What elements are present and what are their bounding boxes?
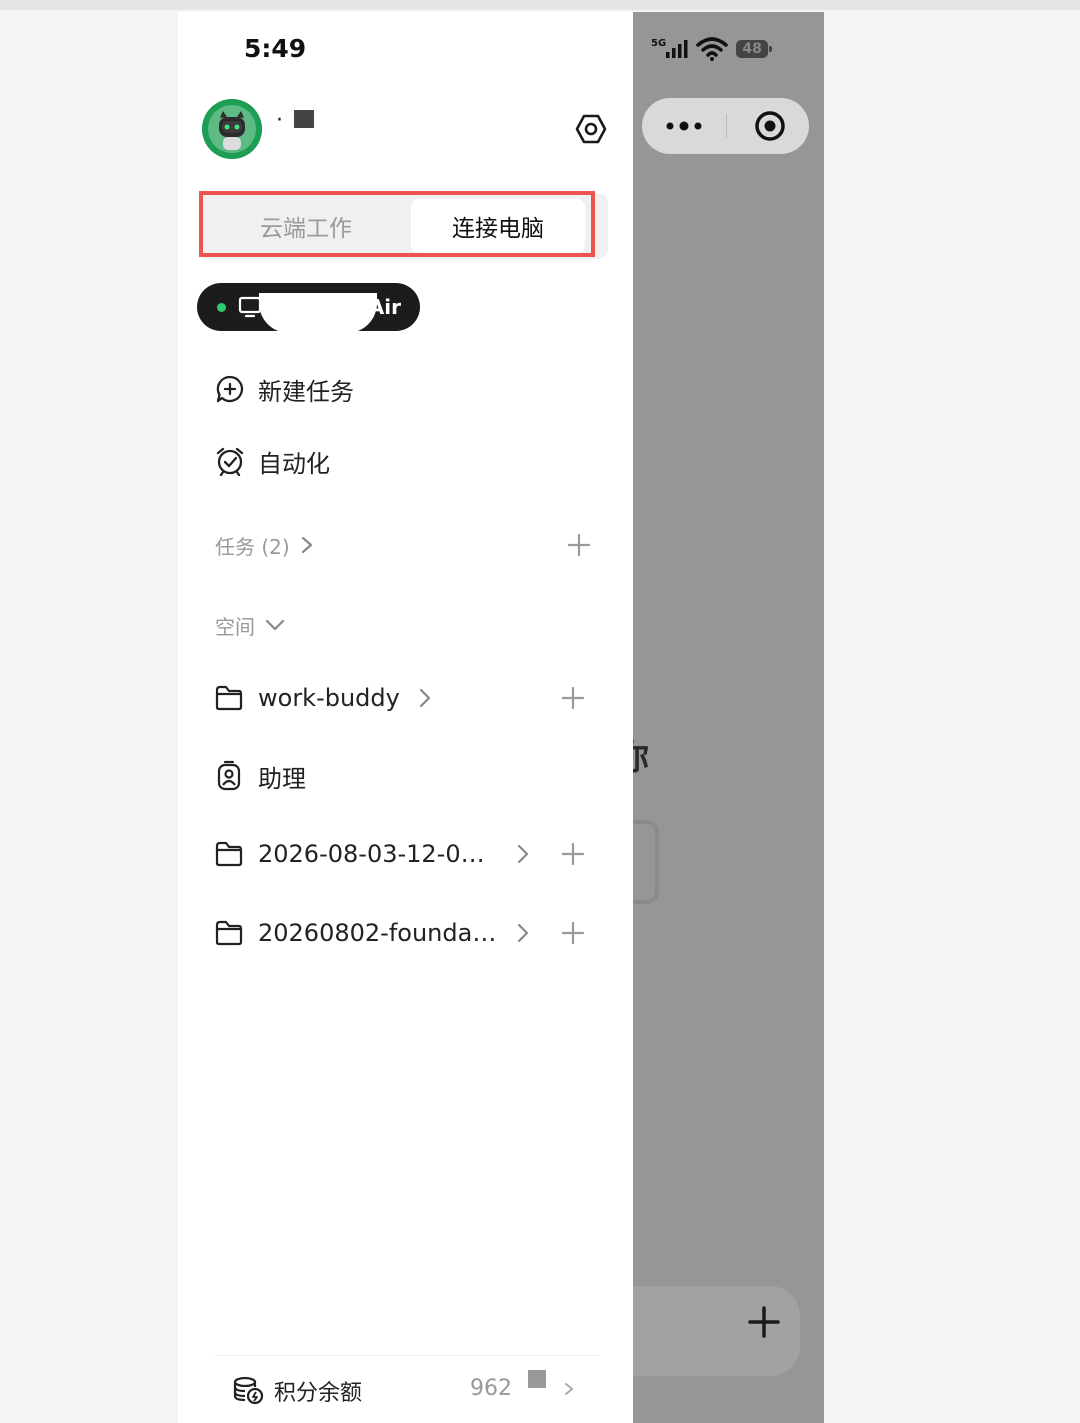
add-to-space-button[interactable] [558, 839, 588, 869]
space-item-assistant[interactable]: 助理 [214, 756, 544, 796]
tab-connect-computer[interactable]: 连接电脑 [411, 199, 585, 253]
space-item-label: 20260802-founda… [258, 919, 497, 947]
top-strip [0, 0, 1080, 10]
chevron-right-icon [418, 688, 432, 708]
capsule-divider [726, 114, 727, 138]
add-to-space-button[interactable] [558, 683, 588, 713]
spaces-section-label: 空间 [215, 614, 255, 639]
space-item-label: 2026-08-03-12-0… [258, 840, 485, 868]
chevron-right-icon [565, 1383, 574, 1395]
spaces-section-header[interactable]: 空间 [215, 609, 285, 641]
online-status-dot [217, 303, 226, 312]
space-item-20260802[interactable]: 20260802-founda… [214, 913, 544, 953]
redaction-block [259, 293, 377, 333]
background-add-button[interactable] [739, 1297, 789, 1347]
gear-icon [575, 114, 607, 144]
redaction-block [294, 110, 314, 128]
new-task-label: 新建任务 [258, 377, 354, 406]
redaction-block [528, 1370, 546, 1388]
chevron-right-icon [300, 536, 314, 554]
target-icon [755, 111, 785, 141]
more-button[interactable] [642, 98, 726, 154]
automation-label: 自动化 [258, 449, 330, 478]
device-chip[interactable]: eAir [197, 283, 420, 333]
space-item-label: 助理 [258, 764, 306, 793]
folder-icon [215, 920, 243, 946]
signal-icon [666, 40, 688, 58]
tasks-section-header[interactable]: 任务 (2) [215, 529, 314, 561]
background-input-edge [633, 820, 659, 904]
tab-cloud-work[interactable]: 云端工作 [206, 199, 406, 253]
add-to-space-button[interactable] [558, 918, 588, 948]
wifi-icon [696, 37, 728, 61]
automation-item[interactable]: 自动化 [214, 441, 330, 481]
status-icons: 5G 48 [651, 36, 773, 62]
alarm-clock-icon [214, 445, 246, 477]
user-name: · [276, 108, 283, 133]
plus-icon [567, 533, 591, 557]
network-label: 5G [651, 37, 667, 49]
close-miniprogram-button[interactable] [742, 98, 798, 154]
space-item-work-buddy[interactable]: work-buddy [214, 678, 544, 718]
chevron-right-icon [516, 923, 530, 943]
footer-divider [214, 1355, 598, 1356]
space-item-2026-08-03[interactable]: 2026-08-03-12-0… [214, 834, 544, 874]
coins-icon [233, 1376, 264, 1405]
robot-avatar-icon [202, 99, 262, 159]
background-overlay[interactable]: 5G 48 你 [633, 12, 824, 1423]
tasks-section-label: 任务 (2) [215, 534, 290, 559]
space-item-label: work-buddy [258, 684, 400, 712]
credits-label: 积分余额 [274, 1381, 363, 1406]
mini-program-capsule [642, 98, 809, 154]
settings-button[interactable] [571, 109, 611, 149]
folder-icon [215, 685, 243, 711]
plus-icon [561, 686, 585, 710]
plus-icon [561, 842, 585, 866]
credits-value: 962 [470, 1376, 512, 1401]
mode-switch: 云端工作 连接电脑 [200, 193, 608, 259]
plus-icon [561, 921, 585, 945]
background-greeting: 你 [633, 730, 649, 779]
more-dots-icon [666, 121, 702, 131]
status-time: 5:49 [244, 34, 307, 63]
credits-balance-row[interactable]: 积分余额 [232, 1374, 362, 1408]
chevron-down-icon [265, 618, 285, 632]
add-task-button[interactable] [564, 530, 594, 560]
side-drawer: 5:49 · 云端工作 连接电脑 eAir 新建任务 自动化 任务 (2) 空间… [178, 12, 633, 1423]
chevron-right-icon [516, 844, 530, 864]
chat-plus-icon [214, 373, 246, 405]
battery-icon: 48 [736, 40, 773, 58]
avatar[interactable] [202, 99, 262, 159]
plus-icon [748, 1306, 780, 1338]
folder-icon [215, 841, 243, 867]
badge-icon [217, 760, 241, 791]
new-task-item[interactable]: 新建任务 [214, 369, 354, 409]
